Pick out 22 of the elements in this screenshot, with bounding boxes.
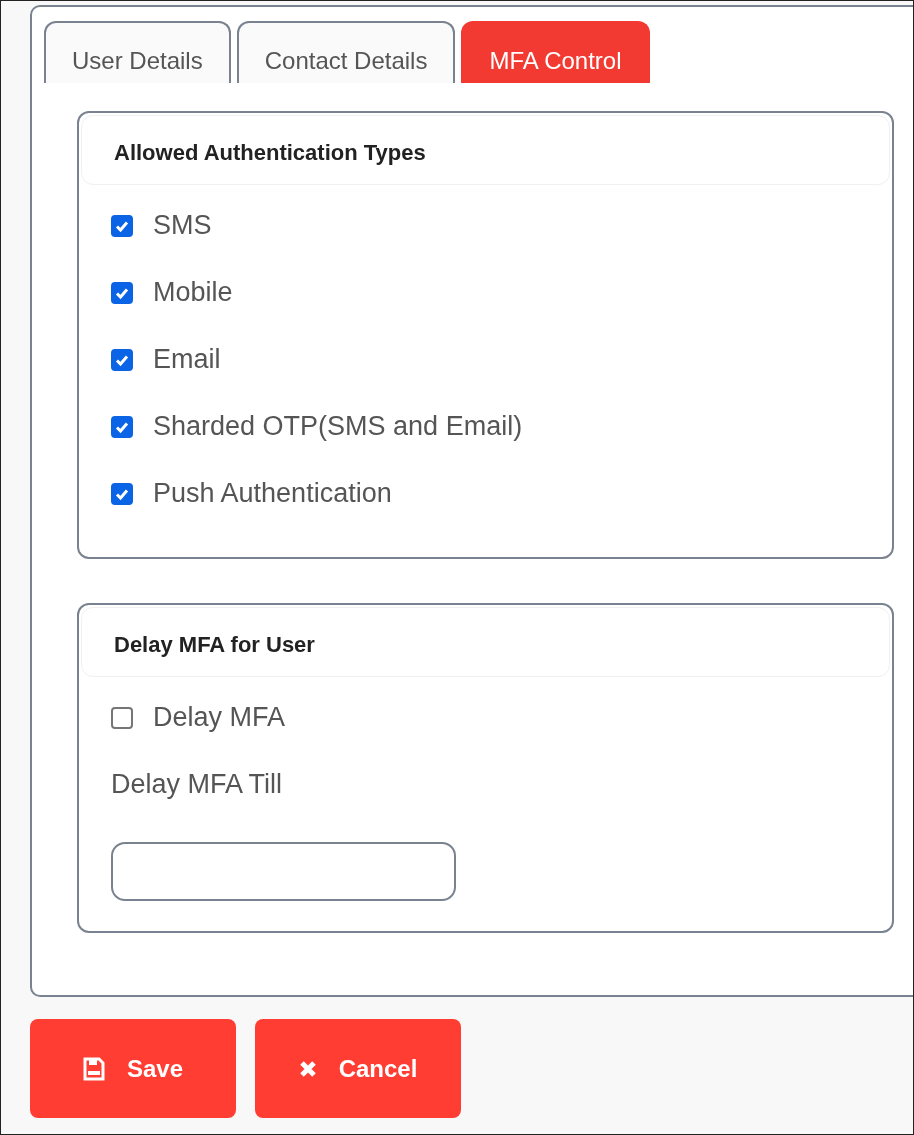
checkbox[interactable] xyxy=(111,281,133,304)
checkbox[interactable] xyxy=(111,706,133,729)
checkbox-label: Mobile xyxy=(153,277,233,308)
checkbox[interactable] xyxy=(111,214,133,237)
checkbox[interactable] xyxy=(111,415,133,438)
cancel-button[interactable]: Cancel xyxy=(255,1019,461,1118)
checkbox-label: Sharded OTP(SMS and Email) xyxy=(153,411,523,442)
field-label: Delay MFA Till xyxy=(111,769,284,800)
input-field[interactable] xyxy=(111,842,456,901)
save-button[interactable]: Save xyxy=(30,1019,236,1118)
checkbox[interactable] xyxy=(111,348,133,371)
checkbox-label: Push Authentication xyxy=(153,478,392,509)
checkbox-label: Email xyxy=(153,344,221,375)
tab[interactable]: User Details xyxy=(44,21,231,83)
checkbox[interactable] xyxy=(111,482,133,505)
close-icon xyxy=(298,1059,317,1078)
section-title: Delay MFA for User xyxy=(81,607,890,677)
checkbox-label: SMS xyxy=(153,210,212,241)
section-title: Allowed Authentication Types xyxy=(81,115,890,185)
tab[interactable]: MFA Control xyxy=(461,21,650,83)
tab[interactable]: Contact Details xyxy=(236,21,456,83)
checkbox-label: Delay MFA xyxy=(153,702,286,733)
